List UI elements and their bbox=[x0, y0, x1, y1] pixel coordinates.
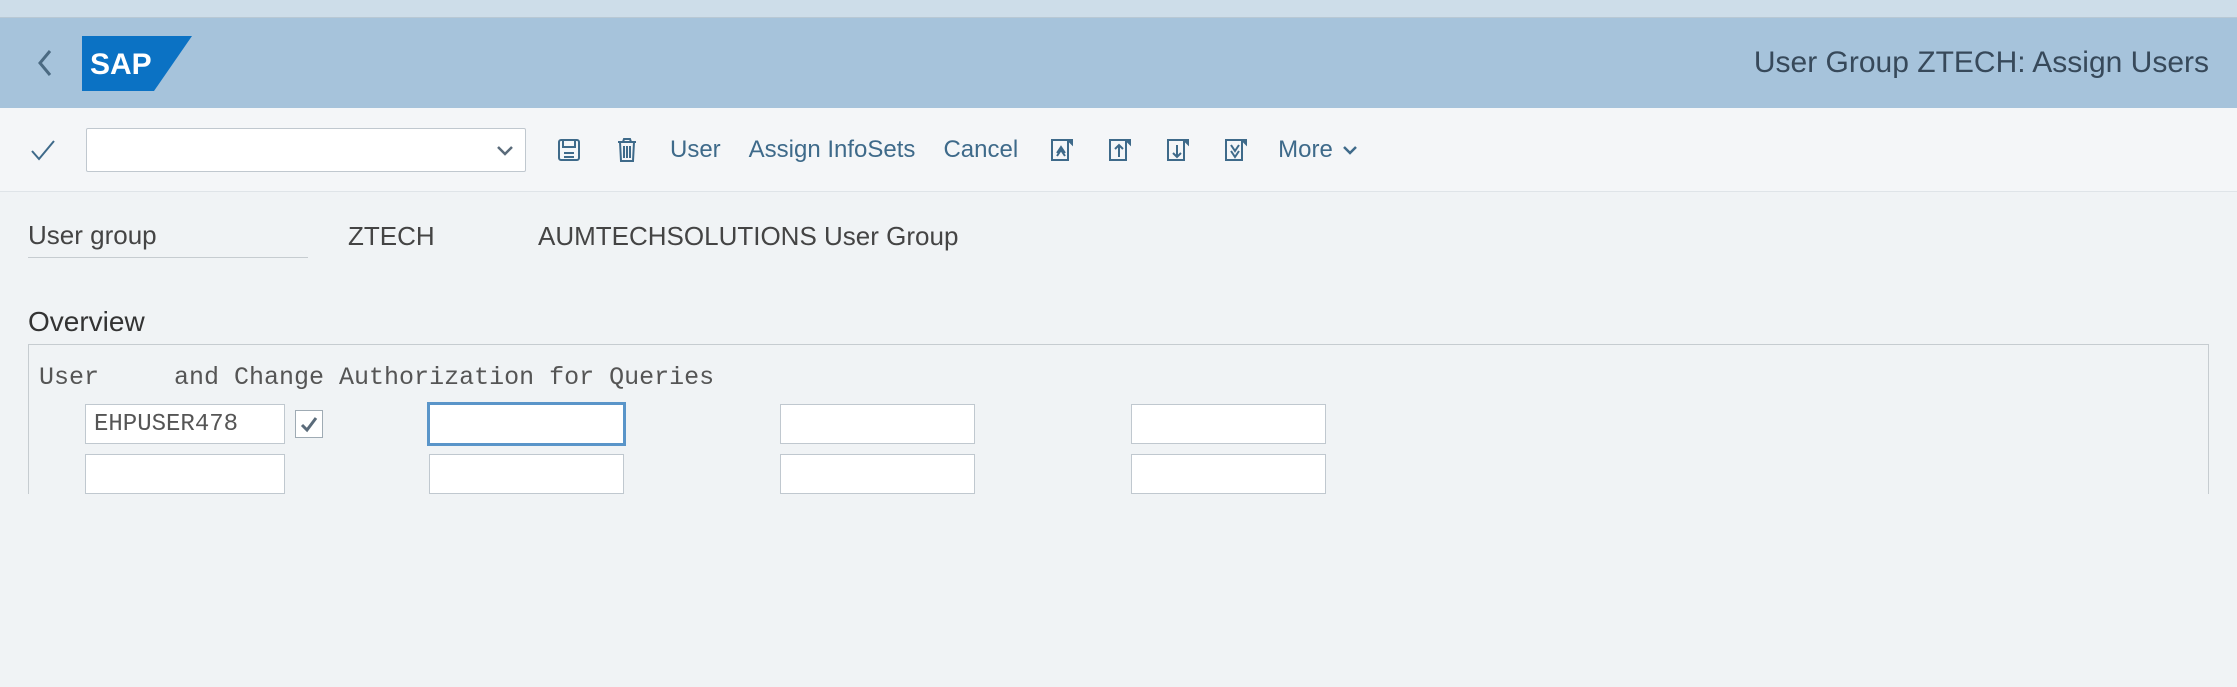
overview-box: User and Change Authorization for Querie… bbox=[28, 344, 2209, 494]
command-dropdown[interactable] bbox=[86, 128, 526, 172]
delete-icon[interactable] bbox=[612, 135, 642, 165]
assign-infosets-button[interactable]: Assign InfoSets bbox=[749, 136, 916, 164]
header-bar: SAP User Group ZTECH: Assign Users bbox=[0, 18, 2237, 108]
user-group-description: AUMTECHSOLUTIONS User Group bbox=[538, 221, 958, 258]
overview-grid-header: User and Change Authorization for Querie… bbox=[39, 363, 2198, 392]
user-button[interactable]: User bbox=[670, 136, 721, 164]
svg-text:SAP: SAP bbox=[90, 48, 152, 81]
query-field-2[interactable] bbox=[780, 404, 975, 444]
page-last-icon[interactable] bbox=[1220, 135, 1250, 165]
chevron-down-icon bbox=[1341, 144, 1359, 156]
user-group-label: User group bbox=[28, 220, 308, 258]
sap-logo: SAP bbox=[82, 36, 192, 91]
page-down-icon[interactable] bbox=[1162, 135, 1192, 165]
page-title: User Group ZTECH: Assign Users bbox=[1754, 46, 2209, 80]
assign-infosets-label: Assign InfoSets bbox=[749, 136, 916, 164]
content-area: User group ZTECH AUMTECHSOLUTIONS User G… bbox=[0, 192, 2237, 494]
toolbar: User Assign InfoSets Cancel More bbox=[0, 108, 2237, 192]
top-menu-strip bbox=[0, 0, 2237, 18]
cancel-label: Cancel bbox=[943, 136, 1018, 164]
page-up-icon[interactable] bbox=[1104, 135, 1134, 165]
overview-section-label: Overview bbox=[28, 306, 2209, 338]
user-group-value: ZTECH bbox=[348, 221, 498, 258]
table-row bbox=[39, 404, 2198, 444]
back-button[interactable] bbox=[28, 46, 62, 80]
page-first-icon[interactable] bbox=[1046, 135, 1076, 165]
query-field-1[interactable] bbox=[429, 404, 624, 444]
query-field-1[interactable] bbox=[429, 454, 624, 494]
user-field[interactable] bbox=[85, 454, 285, 494]
more-menu[interactable]: More bbox=[1278, 136, 1359, 164]
query-field-2[interactable] bbox=[780, 454, 975, 494]
query-field-3[interactable] bbox=[1131, 404, 1326, 444]
user-button-label: User bbox=[670, 136, 721, 164]
auth-checkbox[interactable] bbox=[295, 410, 323, 438]
confirm-check-icon[interactable] bbox=[28, 135, 58, 165]
query-field-3[interactable] bbox=[1131, 454, 1326, 494]
chevron-down-icon bbox=[495, 143, 515, 157]
table-row bbox=[39, 454, 2198, 494]
user-group-row: User group ZTECH AUMTECHSOLUTIONS User G… bbox=[28, 220, 2209, 258]
save-icon[interactable] bbox=[554, 135, 584, 165]
more-label: More bbox=[1278, 136, 1333, 164]
cancel-button[interactable]: Cancel bbox=[943, 136, 1018, 164]
user-field[interactable] bbox=[85, 404, 285, 444]
